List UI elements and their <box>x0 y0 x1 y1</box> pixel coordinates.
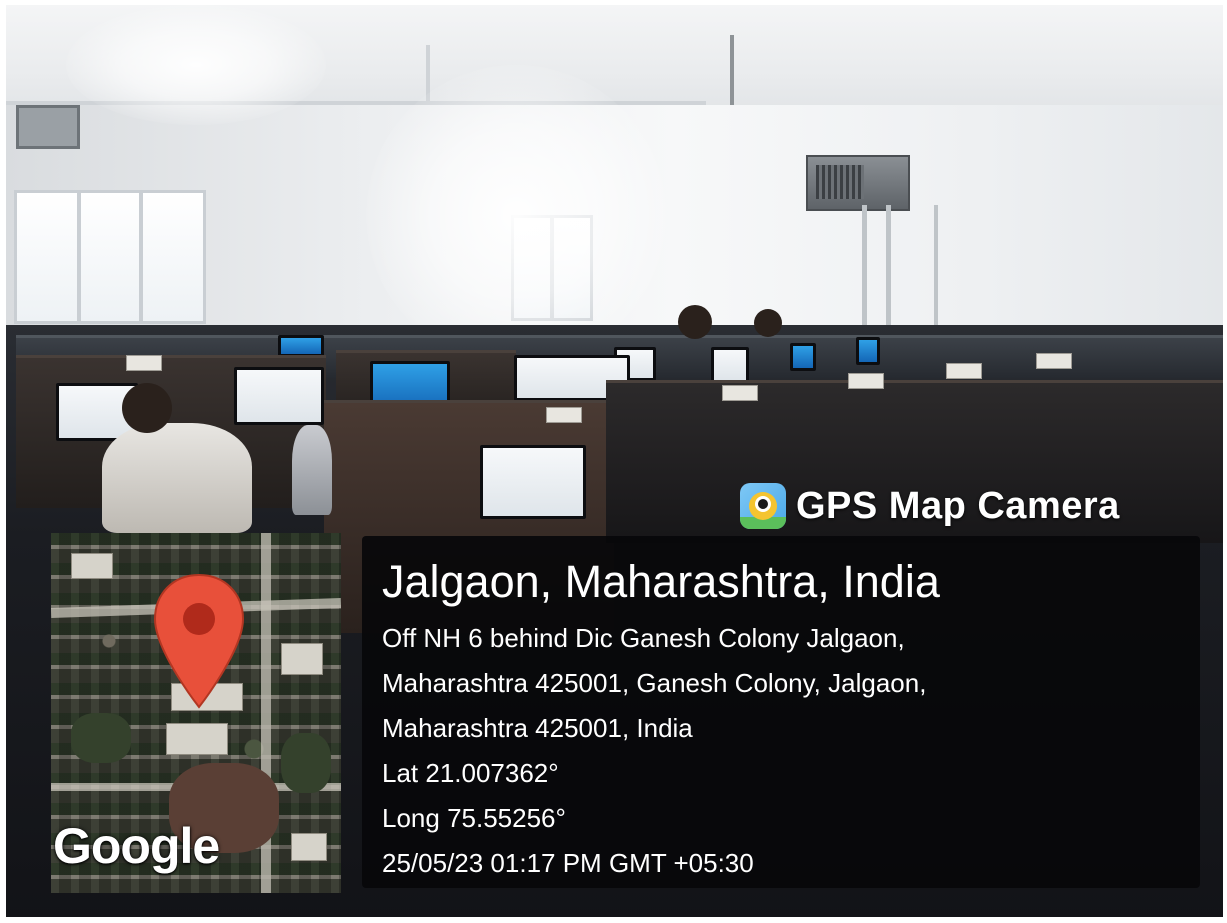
map-pin-icon <box>153 573 245 709</box>
google-logo: Google <box>53 818 220 874</box>
monitor-screen <box>856 337 880 365</box>
location-info-panel: Jalgaon, Maharashtra, India Off NH 6 beh… <box>362 536 1200 888</box>
power-socket <box>722 385 758 401</box>
ac-pipe <box>934 205 938 325</box>
seated-person <box>292 425 332 515</box>
power-socket <box>946 363 982 379</box>
monitor-screen <box>278 335 324 357</box>
address-line: Maharashtra 425001, India <box>382 713 693 743</box>
app-brand-label: GPS Map Camera <box>796 484 1120 527</box>
monitor-screen <box>480 445 586 519</box>
person-head <box>678 305 712 339</box>
gps-map-camera-app-icon <box>740 483 786 529</box>
monitor-screen <box>790 343 816 371</box>
address-line: Off NH 6 behind Dic Ganesh Colony Jalgao… <box>382 623 905 653</box>
light-glare <box>66 5 326 125</box>
person-head <box>754 309 782 337</box>
address-line: Maharashtra 425001, Ganesh Colony, Jalga… <box>382 668 927 698</box>
place-title: Jalgaon, Maharashtra, India <box>382 556 940 607</box>
window <box>14 190 206 324</box>
timestamp-text: 25/05/23 01:17 PM GMT +05:30 <box>382 848 754 878</box>
wall-box <box>16 105 80 149</box>
latitude-text: Lat 21.007362° <box>382 758 559 788</box>
monitor-screen <box>234 367 324 425</box>
air-conditioner-unit <box>806 155 910 211</box>
ac-pipe <box>886 205 891 325</box>
power-socket <box>546 407 582 423</box>
app-brand-badge: GPS Map Camera <box>740 483 1120 529</box>
power-socket <box>1036 353 1072 369</box>
light-glare <box>366 65 666 365</box>
power-socket <box>848 373 884 389</box>
ac-pipe <box>862 205 867 325</box>
seated-person <box>102 423 252 533</box>
monitor-screen <box>711 347 749 383</box>
longitude-text: Long 75.55256° <box>382 803 566 833</box>
power-socket <box>126 355 162 371</box>
person-head <box>122 383 172 433</box>
satellite-map-thumbnail: Google <box>51 533 341 893</box>
